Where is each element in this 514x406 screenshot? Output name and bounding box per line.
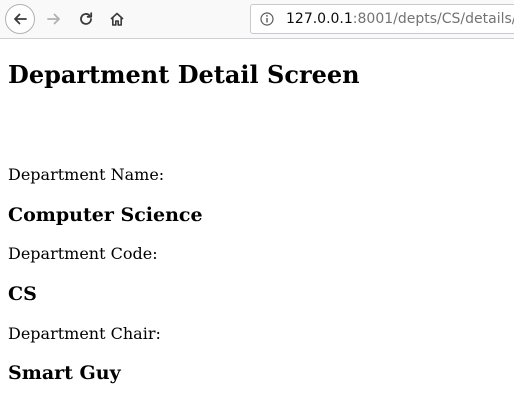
dept-name-value: Computer Science bbox=[8, 204, 203, 226]
url-host: 127.0.0.1 bbox=[286, 11, 353, 27]
dept-chair-label: Department Chair: bbox=[8, 324, 161, 343]
dept-chair-value: Smart Guy bbox=[8, 362, 121, 384]
home-button[interactable] bbox=[104, 6, 130, 32]
forward-button[interactable] bbox=[41, 6, 67, 32]
page-title: Department Detail Screen bbox=[8, 60, 360, 89]
address-bar[interactable]: 127.0.0.1:8001/depts/CS/details/ bbox=[250, 4, 514, 34]
dept-name-label: Department Name: bbox=[8, 165, 165, 184]
dept-code-label: Department Code: bbox=[8, 244, 158, 263]
back-button[interactable] bbox=[5, 4, 35, 34]
reload-icon bbox=[80, 12, 93, 25]
arrow-right-icon bbox=[47, 13, 60, 25]
reload-button[interactable] bbox=[73, 6, 99, 32]
dept-code-value: CS bbox=[8, 283, 37, 305]
info-icon[interactable] bbox=[260, 12, 274, 26]
browser-toolbar: 127.0.0.1:8001/depts/CS/details/ bbox=[0, 0, 514, 39]
home-icon bbox=[110, 12, 124, 26]
url-text: 127.0.0.1:8001/depts/CS/details/ bbox=[286, 5, 514, 33]
arrow-left-icon bbox=[14, 13, 27, 25]
url-path: :8001/depts/CS/details/ bbox=[352, 11, 514, 27]
